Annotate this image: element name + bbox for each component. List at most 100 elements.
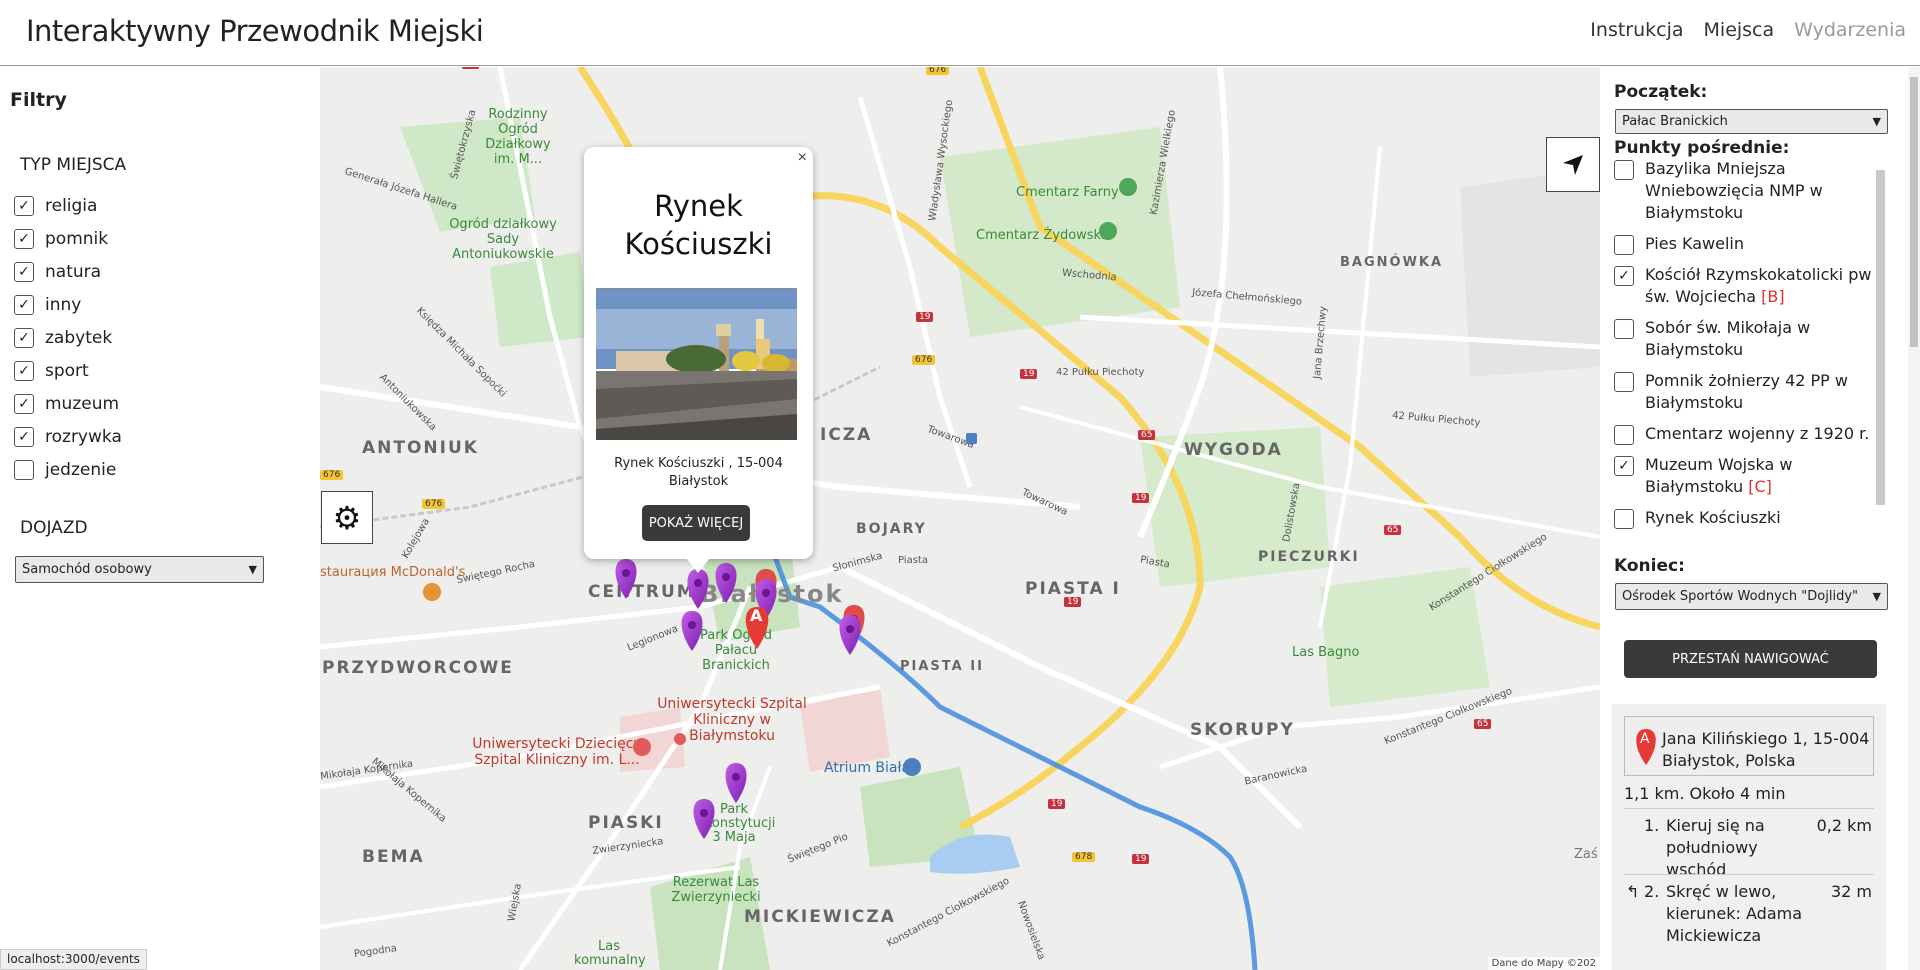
- close-icon[interactable]: ×: [798, 149, 807, 167]
- direction-step[interactable]: 1. Kieruj się na południowy wschód 0,2 km: [1624, 808, 1874, 879]
- waypoint-item[interactable]: ✓ Muzeum Wojska w Białymstoku [C]: [1614, 454, 1872, 498]
- filter-type-label: muzeum: [45, 393, 120, 414]
- checkbox[interactable]: [1614, 160, 1634, 180]
- place-marker[interactable]: [693, 799, 715, 839]
- waypoint-label: Bazylika Mniejsza Wniebowzięcia NMP w Bi…: [1645, 159, 1823, 222]
- waypoints-label: Punkty pośrednie:: [1614, 138, 1790, 158]
- popup-title: Rynek Kościuszki: [624, 189, 773, 261]
- step-number: 1.: [1644, 816, 1660, 835]
- nav-instrukcja[interactable]: Instrukcja: [1590, 19, 1683, 41]
- checkbox[interactable]: [1614, 235, 1634, 255]
- filter-type-label: jedzenie: [45, 459, 117, 480]
- checkbox[interactable]: ✓: [14, 261, 34, 282]
- filter-type-jedzenie[interactable]: jedzenie: [14, 453, 122, 486]
- place-marker[interactable]: [681, 611, 703, 651]
- nav-miejsca[interactable]: Miejsca: [1704, 19, 1775, 41]
- waypoint-label: Sobór św. Mikołaja w Białymstoku: [1645, 318, 1811, 359]
- popup-address: Rynek Kościuszki , 15-004 Białystok: [614, 456, 783, 489]
- map-attribution: Dane do Mapy ©202: [1487, 957, 1600, 970]
- directions-panel[interactable]: A Jana Kilińskiego 1, 15-004 Białystok, …: [1612, 704, 1886, 970]
- filter-type-inny[interactable]: ✓ inny: [14, 288, 122, 321]
- place-marker[interactable]: [615, 559, 637, 599]
- turn-left-icon: ↰: [1626, 882, 1640, 901]
- waypoints-scrollbar-thumb[interactable]: [1876, 170, 1885, 505]
- gear-icon: ⚙: [332, 499, 362, 536]
- checkbox[interactable]: ✓: [1614, 456, 1634, 476]
- locate-button[interactable]: [1546, 137, 1600, 192]
- checkbox[interactable]: [1614, 425, 1634, 445]
- start-select-value: Pałac Branickich: [1622, 114, 1728, 129]
- step-number: 2.: [1644, 882, 1660, 901]
- cemetery-icon: [1099, 222, 1117, 240]
- waypoint-item[interactable]: Pomnik żołnierzy 42 PP w Białymstoku: [1614, 370, 1872, 414]
- filter-type-pomnik[interactable]: ✓ pomnik: [14, 222, 122, 255]
- checkbox[interactable]: ✓: [14, 393, 34, 414]
- map-markers-layer: [423, 178, 1137, 839]
- waypoints-scrollbar[interactable]: [1876, 158, 1885, 545]
- checkbox[interactable]: [1614, 509, 1634, 529]
- start-select[interactable]: Pałac Branickich ▼: [1615, 109, 1888, 134]
- start-label: Początek:: [1614, 82, 1708, 102]
- place-marker[interactable]: [725, 763, 747, 803]
- checkbox[interactable]: ✓: [14, 195, 34, 216]
- checkbox[interactable]: ✓: [14, 327, 34, 348]
- step-text: Kieruj się na południowy wschód: [1666, 816, 1765, 879]
- waypoint-item[interactable]: ✓ Kościół Rzymskokatolicki pw św. Wojciec…: [1614, 264, 1872, 308]
- transport-select-value: Samochód osobowy: [22, 562, 152, 577]
- end-select[interactable]: Ośrodek Sportów Wodnych "Dojlidy" ▼: [1615, 583, 1888, 610]
- checkbox[interactable]: [1614, 319, 1634, 339]
- checkbox[interactable]: ✓: [14, 294, 34, 315]
- map-settings-button[interactable]: ⚙: [321, 491, 373, 544]
- chevron-down-icon: ▼: [1872, 115, 1881, 128]
- filter-type-natura[interactable]: ✓ natura: [14, 255, 122, 288]
- nav-wydarzenia[interactable]: Wydarzenia: [1794, 19, 1906, 41]
- stop-navigation-button[interactable]: PRZESTAŃ NAWIGOWAĆ: [1624, 640, 1877, 678]
- waypoint-label: Rynek Kościuszki: [1645, 508, 1781, 527]
- route-summary: 1,1 km. Około 4 min: [1624, 784, 1786, 803]
- shopping-icon: [903, 758, 921, 776]
- page-scrollbar-thumb[interactable]: [1910, 77, 1918, 347]
- filters-title: Filtry: [10, 89, 67, 111]
- waypoint-item[interactable]: Sobór św. Mikołaja w Białymstoku: [1614, 317, 1872, 361]
- place-marker[interactable]: [715, 563, 737, 603]
- show-more-button[interactable]: POKAŻ WIĘCEJ: [642, 505, 750, 541]
- step-distance: 32 m: [1830, 882, 1872, 901]
- place-marker[interactable]: [839, 615, 861, 655]
- chevron-down-icon: ▼: [248, 563, 257, 576]
- waypoints-list: Bazylika Mniejsza Wniebowzięcia NMP w Bi…: [1614, 158, 1872, 545]
- place-marker[interactable]: [687, 569, 709, 609]
- checkbox[interactable]: [14, 459, 34, 480]
- checkbox[interactable]: [1614, 372, 1634, 392]
- filter-type-label: religia: [45, 195, 98, 216]
- waypoint-item[interactable]: Rynek Kościuszki: [1614, 507, 1872, 529]
- filter-type-sport[interactable]: ✓ sport: [14, 354, 122, 387]
- end-select-value: Ośrodek Sportów Wodnych "Dojlidy": [1622, 589, 1858, 604]
- filter-type-label: rozrywka: [45, 426, 122, 447]
- filter-type-zabytek[interactable]: ✓ zabytek: [14, 321, 122, 354]
- app-title[interactable]: Interaktywny Przewodnik Miejski: [26, 14, 484, 48]
- waypoint-item[interactable]: Bazylika Mniejsza Wniebowzięcia NMP w Bi…: [1614, 158, 1872, 224]
- place-photo-image: [596, 289, 797, 440]
- status-url: localhost:3000/events: [0, 949, 147, 970]
- map-view[interactable]: 65 676 19 676 19 65 19 65 19 676 676 65 …: [320, 67, 1600, 970]
- page-scrollbar[interactable]: [1908, 67, 1920, 970]
- filter-type-muzeum[interactable]: ✓ muzeum: [14, 387, 122, 420]
- waypoint-label: Kościół Rzymskokatolicki pw św. Wojciech…: [1645, 265, 1872, 306]
- transport-select[interactable]: Samochód osobowy ▼: [15, 556, 264, 583]
- end-label: Koniec:: [1614, 556, 1685, 576]
- navigation-arrow-icon: [1563, 154, 1583, 175]
- filter-type-rozrywka[interactable]: ✓ rozrywka: [14, 420, 122, 453]
- waypoint-item[interactable]: Cmentarz wojenny z 1920 r.: [1614, 423, 1872, 445]
- checkbox[interactable]: ✓: [1614, 266, 1634, 286]
- checkbox[interactable]: ✓: [14, 360, 34, 381]
- filter-type-religia[interactable]: ✓ religia: [14, 189, 122, 222]
- checkbox[interactable]: ✓: [14, 426, 34, 447]
- main-nav: Instrukcja Miejsca Wydarzenia: [1590, 19, 1906, 41]
- hospital-icon: [674, 733, 686, 745]
- direction-step[interactable]: ↰ 2. Skręć w lewo, kierunek: Adama Mickiew…: [1624, 874, 1874, 945]
- filter-type-label: sport: [45, 360, 89, 381]
- start-marker-letter: A: [1640, 731, 1650, 747]
- checkbox[interactable]: ✓: [14, 228, 34, 249]
- waypoint-item[interactable]: Pies Kawelin: [1614, 233, 1872, 255]
- waypoint-label: Muzeum Wojska w Białymstoku [C]: [1645, 455, 1793, 496]
